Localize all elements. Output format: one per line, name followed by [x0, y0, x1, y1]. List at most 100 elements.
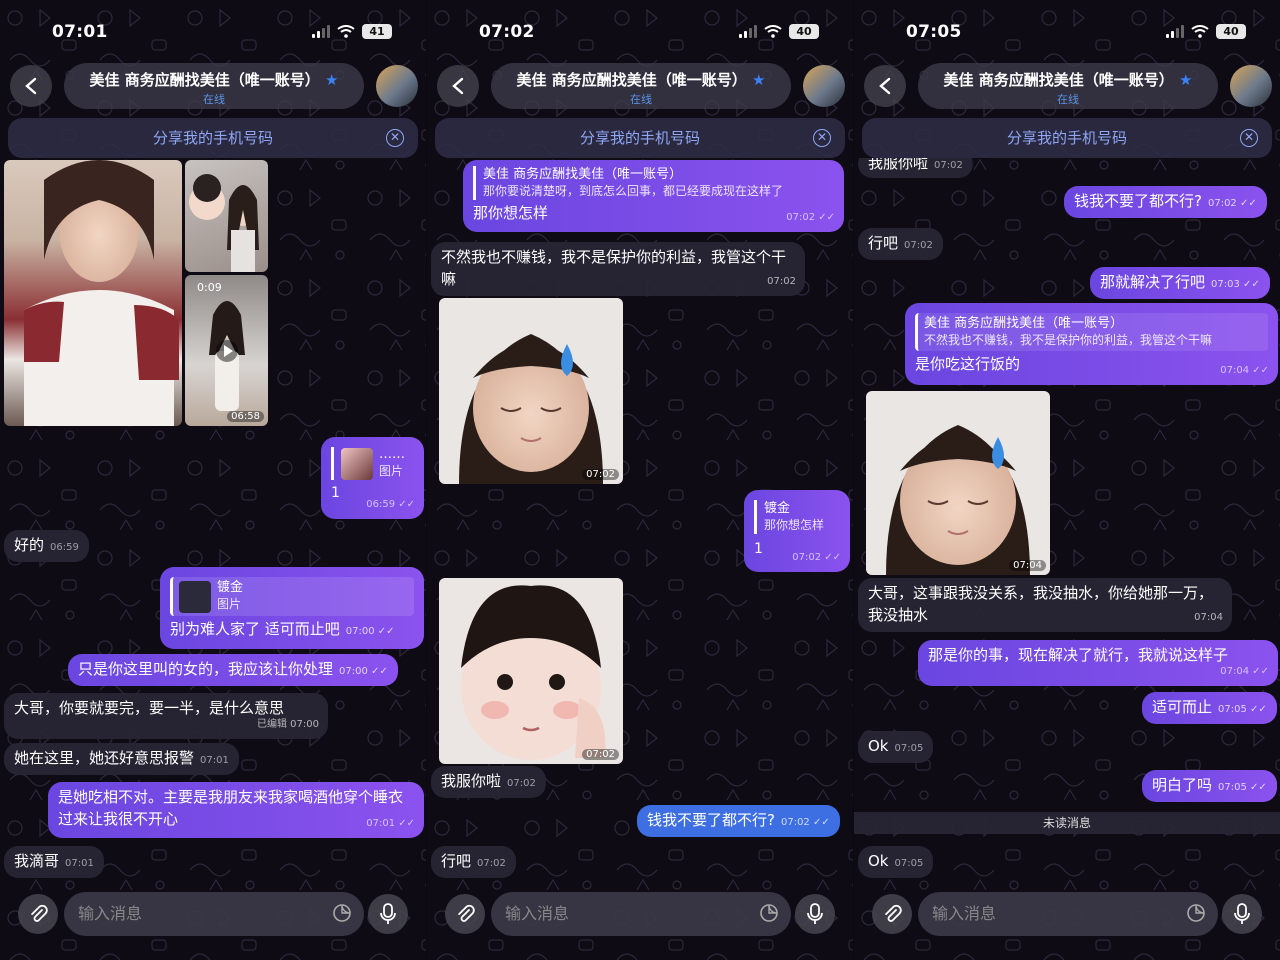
microphone-icon — [807, 903, 823, 924]
avatar[interactable] — [376, 65, 418, 107]
share-phone-banner[interactable]: 分享我的手机号码 ✕ — [435, 118, 845, 158]
message-time: 06:59 — [50, 542, 79, 553]
message-time: 07:01 — [65, 858, 94, 869]
online-status: 在线 — [630, 93, 652, 106]
voice-button[interactable] — [795, 894, 835, 934]
voice-button[interactable] — [1222, 894, 1262, 934]
message-outgoing[interactable]: 美佳 商务应酬找美佳（唯一账号） 不然我也不赚钱，我不是保护你的利益，我管这个干嘛… — [905, 303, 1278, 385]
composer: 输入消息 — [427, 890, 853, 938]
share-phone-banner[interactable]: 分享我的手机号码 ✕ — [8, 118, 418, 158]
message-incoming[interactable]: 我滴哥 07:01 — [4, 846, 104, 878]
message-input[interactable]: 输入消息 — [491, 892, 791, 936]
message-input[interactable]: 输入消息 — [64, 892, 364, 936]
message-time: 07:02 — [792, 552, 822, 563]
chat-title-button[interactable]: 美佳 商务应酬找美佳（唯一账号） ★ 在线 — [491, 63, 791, 109]
message-incoming[interactable]: Ok 07:05 — [858, 731, 934, 763]
back-button[interactable] — [437, 65, 479, 107]
attach-button[interactable] — [18, 894, 58, 934]
message-text: 别为难人家了 适可而止吧 — [170, 620, 340, 638]
message-incoming[interactable]: 行吧 07:02 — [858, 228, 943, 260]
quote-sender: 美佳 商务应酬找美佳（唯一账号） — [483, 167, 683, 182]
close-icon[interactable]: ✕ — [386, 129, 404, 147]
sticker-baby[interactable]: 07:02 — [439, 578, 623, 764]
message-time: 07:02 — [767, 276, 796, 287]
video-duration: 0:09 — [197, 281, 222, 294]
input-placeholder: 输入消息 — [78, 904, 143, 923]
online-status: 在线 — [203, 93, 225, 106]
close-icon[interactable]: ✕ — [1240, 129, 1258, 147]
quote-thumbnail — [341, 447, 373, 480]
message-incoming[interactable]: 我服你啦 07:02 — [431, 766, 546, 798]
message-incoming[interactable]: 她在这里，她还好意思报警 07:01 — [4, 743, 239, 775]
quote-text: 那你想怎样 — [764, 518, 825, 532]
message-text: 不然我也不赚钱，我不是保护你的利益，我管这个干嘛 — [441, 248, 787, 288]
share-phone-banner[interactable]: 分享我的手机号码 ✕ — [862, 118, 1272, 158]
quote-text: 那你要说清楚呀，到底怎么回事，都已经要成现在这样了 — [483, 184, 784, 198]
photo-content — [24, 160, 179, 426]
message-text: 是你吃这行饭的 — [915, 355, 1021, 373]
back-button[interactable] — [864, 65, 906, 107]
sticker-sweat[interactable]: 07:04 — [866, 391, 1050, 575]
message-incoming[interactable]: 不然我也不赚钱，我不是保护你的利益，我管这个干嘛 07:02 — [431, 242, 805, 296]
message-outgoing[interactable]: 钱我不要了都不行? 07:02 ✓✓ — [1064, 186, 1267, 218]
sticker-icon[interactable] — [332, 903, 352, 923]
chat-header: 美佳 商务应酬找美佳（唯一账号） ★ 在线 — [427, 62, 853, 112]
share-phone-label: 分享我的手机号码 — [579, 129, 700, 147]
message-time: 06:58 — [227, 411, 264, 422]
avatar[interactable] — [1230, 65, 1272, 107]
sticker-icon[interactable] — [1186, 903, 1206, 923]
attach-button[interactable] — [872, 894, 912, 934]
microphone-icon — [380, 903, 396, 924]
video-thumbnail[interactable]: 0:09 06:58 — [185, 275, 268, 426]
message-incoming[interactable]: 行吧 07:02 — [431, 846, 516, 878]
chat-screen-2: 07:02 40 美佳 商务应酬找美佳（唯一账号） ★ 在线 分享我的手机号码 … — [427, 0, 853, 960]
message-text: 她在这里，她还好意思报警 — [14, 749, 195, 767]
message-time: 07:04 — [1220, 666, 1250, 677]
message-outgoing[interactable]: …… 图片 1 06:59 ✓✓ — [321, 437, 424, 519]
close-icon[interactable]: ✕ — [813, 129, 831, 147]
message-time: 07:02 — [934, 160, 963, 171]
avatar[interactable] — [803, 65, 845, 107]
message-input[interactable]: 输入消息 — [918, 892, 1218, 936]
photo-girl-uniform[interactable] — [4, 160, 182, 426]
message-outgoing[interactable]: 适可而止 07:05 ✓✓ — [1142, 692, 1277, 724]
message-outgoing[interactable]: 镀金 那你想怎样 1 07:02 ✓✓ — [744, 490, 850, 572]
status-bar: 07:05 40 — [854, 0, 1280, 62]
chat-title: 美佳 商务应酬找美佳（唯一账号） — [516, 71, 747, 89]
signal-icon — [1166, 25, 1184, 38]
star-icon: ★ — [1179, 71, 1193, 89]
message-outgoing[interactable]: 那就解决了行吧 07:03 ✓✓ — [1090, 267, 1270, 299]
back-button[interactable] — [10, 65, 52, 107]
chat-title: 美佳 商务应酬找美佳（唯一账号） — [89, 71, 320, 89]
message-text: Ok — [868, 737, 889, 755]
message-time: 07:05 — [1218, 704, 1247, 715]
chat-title-button[interactable]: 美佳 商务应酬找美佳（唯一账号） ★ 在线 — [64, 63, 364, 109]
message-outgoing[interactable]: 美佳 商务应酬找美佳（唯一账号） 那你要说清楚呀，到底怎么回事，都已经要成现在这样… — [463, 160, 844, 232]
message-incoming[interactable]: Ok 07:05 — [858, 846, 934, 878]
star-icon: ★ — [752, 71, 766, 89]
message-outgoing[interactable]: 镀金 图片 别为难人家了 适可而止吧 07:00 ✓✓ — [160, 567, 424, 649]
message-outgoing[interactable]: 那是你的事，现在解决了就行，我就说这样子 07:04 ✓✓ — [918, 640, 1278, 686]
sticker-icon[interactable] — [759, 903, 779, 923]
message-outgoing[interactable]: 是她吃相不对。主要是我朋友来我家喝酒他穿个睡衣过来让我很不开心 07:01 ✓✓ — [48, 782, 424, 838]
message-incoming[interactable]: 大哥，这事跟我没关系，我没抽水，你给她那一万，我没抽水 07:04 — [858, 578, 1232, 632]
message-text: Ok — [868, 852, 889, 870]
message-outgoing[interactable]: 只是你这里叫的女的，我应该让你处理 07:00 ✓✓ — [68, 654, 398, 686]
message-text: 好的 — [14, 536, 45, 554]
status-time: 07:05 — [906, 22, 962, 42]
sticker-sweat[interactable]: 07:02 — [439, 298, 623, 484]
message-outgoing[interactable]: 明白了吗 07:05 ✓✓ — [1142, 770, 1277, 802]
chat-title-button[interactable]: 美佳 商务应酬找美佳（唯一账号） ★ 在线 — [918, 63, 1218, 109]
message-time: 07:02 — [780, 817, 810, 828]
battery-indicator: 40 — [1216, 24, 1246, 39]
photo-two-girls[interactable] — [185, 160, 268, 272]
message-incoming[interactable]: 大哥，你要就要完，要一半，是什么意思 已编辑 07:00 — [4, 693, 328, 739]
voice-button[interactable] — [368, 894, 408, 934]
paperclip-icon — [458, 904, 475, 922]
wifi-icon — [1191, 25, 1209, 38]
attach-button[interactable] — [445, 894, 485, 934]
input-placeholder: 输入消息 — [505, 904, 570, 923]
message-incoming[interactable]: 好的 06:59 — [4, 530, 89, 562]
message-outgoing[interactable]: 钱我不要了都不行? 07:02 ✓✓ — [637, 805, 840, 837]
star-icon: ★ — [325, 71, 339, 89]
